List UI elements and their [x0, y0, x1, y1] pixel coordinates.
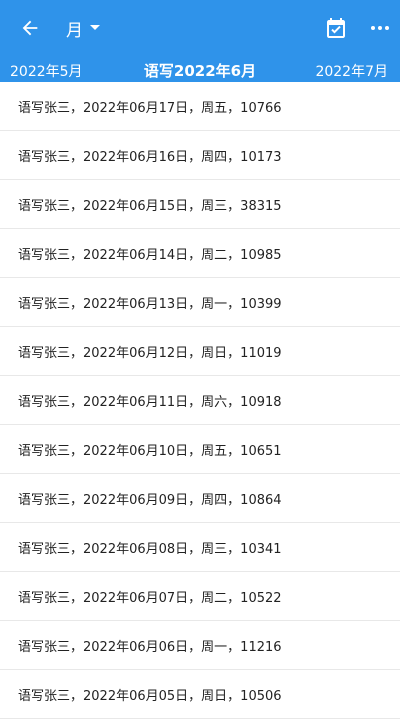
- calendar-check-icon: [327, 18, 345, 38]
- record-list: 语写张三，2022年06月17日，周五，10766 语写张三，2022年06月1…: [0, 82, 400, 719]
- chevron-down-icon: [90, 25, 100, 30]
- mode-dropdown[interactable]: 月: [66, 13, 101, 43]
- list-item[interactable]: 语写张三，2022年06月14日，周二，10985: [0, 229, 400, 278]
- list-item[interactable]: 语写张三，2022年06月17日，周五，10766: [0, 82, 400, 131]
- list-item[interactable]: 语写张三，2022年06月12日，周日，11019: [0, 327, 400, 376]
- list-item[interactable]: 语写张三，2022年06月06日，周一，11216: [0, 621, 400, 670]
- list-item[interactable]: 语写张三，2022年06月09日，周四，10864: [0, 474, 400, 523]
- mode-label: 月: [66, 20, 83, 41]
- more-options-button[interactable]: [366, 14, 394, 42]
- list-item[interactable]: 语写张三，2022年06月07日，周二，10522: [0, 572, 400, 621]
- list-item[interactable]: 语写张三，2022年06月13日，周一，10399: [0, 278, 400, 327]
- list-item[interactable]: 语写张三，2022年06月15日，周三，38315: [0, 180, 400, 229]
- list-item[interactable]: 语写张三，2022年06月05日，周日，10506: [0, 670, 400, 719]
- app-bar: 月: [0, 0, 400, 56]
- next-month-link[interactable]: 2022年7月: [315, 61, 388, 81]
- list-item[interactable]: 语写张三，2022年06月08日，周三，10341: [0, 523, 400, 572]
- back-arrow-icon: [22, 20, 38, 36]
- list-item[interactable]: 语写张三，2022年06月11日，周六，10918: [0, 376, 400, 425]
- back-button[interactable]: [14, 12, 46, 44]
- list-item[interactable]: 语写张三，2022年06月16日，周四，10173: [0, 131, 400, 180]
- month-navigation: 2022年5月 语写2022年6月 2022年7月: [0, 56, 400, 82]
- list-item[interactable]: 语写张三，2022年06月10日，周五，10651: [0, 425, 400, 474]
- calendar-button[interactable]: [322, 14, 350, 42]
- more-horizontal-icon: [371, 26, 389, 30]
